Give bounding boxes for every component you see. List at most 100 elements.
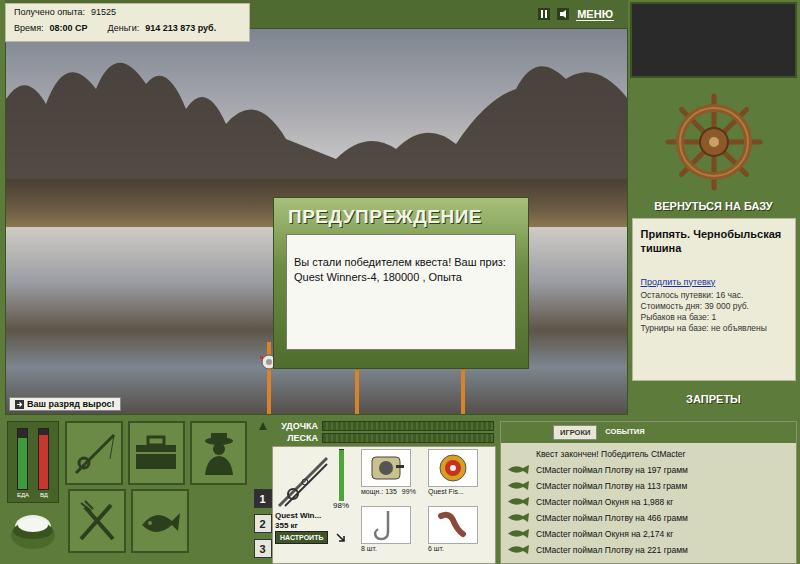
- rod-top: 98%: [275, 449, 359, 510]
- extend-link[interactable]: Продлить путевку: [641, 277, 787, 287]
- worm-box: [428, 506, 478, 544]
- notice-text[interactable]: Ваш разряд вырос!: [27, 399, 115, 409]
- reel-slot[interactable]: мощн.: 13599%: [361, 449, 426, 504]
- exp-label: Получено опыта:: [14, 7, 85, 17]
- worm-slot[interactable]: 6 шт.: [428, 506, 493, 561]
- page-button[interactable]: 1: [254, 489, 272, 508]
- scroll-up-icon[interactable]: [258, 421, 268, 431]
- money-row: Время:08:00 СРДеньги:914 213 873 руб.: [14, 23, 241, 33]
- hook-text: 8 шт.: [361, 545, 377, 552]
- tool-button[interactable]: [65, 421, 122, 485]
- gear-bar-label: ЛЕСКА: [274, 433, 318, 443]
- rod-image-icon[interactable]: [275, 454, 331, 510]
- meter-track: [38, 428, 49, 490]
- money-value: 914 213 873 руб.: [145, 23, 216, 33]
- log-entry: CtMacter поймал Плотву на 466 грамм: [507, 511, 790, 524]
- fish-icon[interactable]: [136, 497, 184, 545]
- rod-name: Quest Win...: [275, 511, 359, 520]
- reel-text: мощн.: 135: [361, 488, 397, 495]
- return-to-base-button[interactable]: ВЕРНУТЬСЯ НА БАЗУ: [654, 200, 772, 212]
- exp-row: Получено опыта: 91525: [14, 7, 241, 17]
- setup-button[interactable]: НАСТРОИТЬ: [275, 531, 328, 544]
- log-entry-text: CtMacter поймал Плотву на 221 грамм: [536, 545, 688, 555]
- base-name: Припять. Чернобыльская тишина: [641, 227, 787, 256]
- lure-icon[interactable]: [433, 451, 473, 485]
- tool-button[interactable]: [128, 421, 185, 485]
- setup-row: НАСТРОИТЬ: [275, 531, 359, 544]
- tackle-box-icon[interactable]: [132, 429, 180, 477]
- hook-box: [361, 506, 411, 544]
- meter-track: [17, 428, 28, 490]
- base-info-line: Турниры на базе: не объявлены: [641, 323, 787, 333]
- tool-grid: [65, 421, 247, 564]
- fisherman-icon[interactable]: [195, 429, 243, 477]
- gear-bar-row: ЛЕСКА: [274, 433, 494, 443]
- meter-label: ВД: [40, 492, 48, 498]
- spacer: [94, 23, 102, 33]
- log-tabs: ИГРОКИСОБЫТИЯ: [501, 422, 796, 443]
- lure-info: Quest Fis...: [428, 488, 493, 495]
- event-log: ИГРОКИСОБЫТИЯКвест закончен! Победитель …: [500, 421, 797, 564]
- tool-button[interactable]: [131, 489, 189, 553]
- pause-icon[interactable]: [538, 8, 550, 20]
- gear-bar-row: УДОЧКА: [274, 421, 494, 431]
- resize-arrow-icon[interactable]: [336, 533, 346, 543]
- reel-icon[interactable]: [366, 451, 406, 485]
- log-entry-text: CtMacter поймал Окуня на 1,988 кг: [536, 497, 673, 507]
- base-info: Припять. Чернобыльская тишина Продлить пу…: [632, 218, 796, 381]
- lure-text: Quest Fis...: [428, 488, 464, 495]
- exp-value: 91525: [91, 7, 116, 17]
- cutlery-icon[interactable]: [73, 497, 121, 545]
- gear-bar-track: [322, 421, 494, 431]
- log-entry-text: CtMacter поймал Плотву на 197 грамм: [536, 465, 688, 475]
- fish-icon: [507, 512, 530, 523]
- tool-button[interactable]: [68, 489, 126, 553]
- page-button[interactable]: 2: [254, 514, 272, 533]
- log-entry-text: Квест закончен! Победитель CtMacter: [507, 449, 685, 459]
- fish-icon: [507, 544, 530, 555]
- log-entry: Квест закончен! Победитель CtMacter: [507, 447, 790, 460]
- tool-button[interactable]: [190, 421, 247, 485]
- log-tab[interactable]: СОБЫТИЯ: [599, 425, 650, 440]
- meter: ВД: [38, 428, 49, 500]
- page-button[interactable]: 3: [254, 539, 272, 558]
- log-entry: CtMacter поймал Плотву на 113 грамм: [507, 479, 790, 492]
- time-label: Время:: [14, 23, 44, 33]
- meter: ЕДА: [17, 428, 29, 500]
- log-entry: CtMacter поймал Окуня на 1,988 кг: [507, 495, 790, 508]
- lure-slot[interactable]: Quest Fis...: [428, 449, 493, 504]
- base-info-line: Осталось путевки: 16 час.: [641, 290, 787, 300]
- meter-fill: [39, 435, 48, 489]
- rod-button-icon[interactable]: [70, 429, 118, 477]
- menu-button[interactable]: МЕНЮ: [576, 8, 614, 21]
- tackle-panel: 98%Quest Win...355 кгНАСТРОИТЬмощн.: 135…: [272, 446, 496, 564]
- gear-bars: УДОЧКА ЛЕСКА: [272, 421, 496, 443]
- worm-icon[interactable]: [433, 508, 473, 542]
- warning-dialog: ПРЕДУПРЕЖДЕНИЕВы стали победителем квест…: [273, 197, 529, 369]
- fish-icon: [507, 480, 530, 491]
- log-entry: CtMacter поймал Окуня на 2,174 кг: [507, 527, 790, 540]
- food-bowl-icon[interactable]: [8, 507, 58, 553]
- meter-label: ЕДА: [17, 492, 29, 498]
- hook-slot[interactable]: 8 шт.: [361, 506, 426, 561]
- log-entry-text: CtMacter поймал Плотву на 113 грамм: [536, 481, 687, 491]
- dialog-title: ПРЕДУПРЕЖДЕНИЕ: [274, 198, 528, 234]
- rod-slot[interactable]: 98%Quest Win...355 кгНАСТРОИТЬ: [275, 449, 359, 561]
- ship-wheel-icon[interactable]: [664, 92, 764, 192]
- reel-box: [361, 449, 411, 487]
- log-entry: CtMacter поймал Плотву на 221 грамм: [507, 543, 790, 556]
- tool-row: [65, 421, 247, 485]
- hook-icon[interactable]: [366, 508, 406, 542]
- fish-icon: [507, 528, 530, 539]
- log-tab[interactable]: ИГРОКИ: [553, 425, 597, 440]
- page-buttons: 1 2 3: [253, 421, 272, 564]
- rank-notice[interactable]: Ваш разряд вырос!: [9, 397, 121, 411]
- bans-button[interactable]: ЗАПРЕТЫ: [686, 393, 741, 405]
- rod-condition-fill: [339, 450, 344, 501]
- log-entry: CtMacter поймал Плотву на 197 грамм: [507, 463, 790, 476]
- base-info-line: Стоимость дня: 39 000 руб.: [641, 301, 787, 311]
- sound-icon[interactable]: [557, 8, 569, 20]
- log-entries: Квест закончен! Победитель CtMacter CtMac…: [501, 443, 796, 560]
- meters-column: ЕДА ВД: [7, 421, 59, 564]
- meter-fill: [18, 438, 27, 489]
